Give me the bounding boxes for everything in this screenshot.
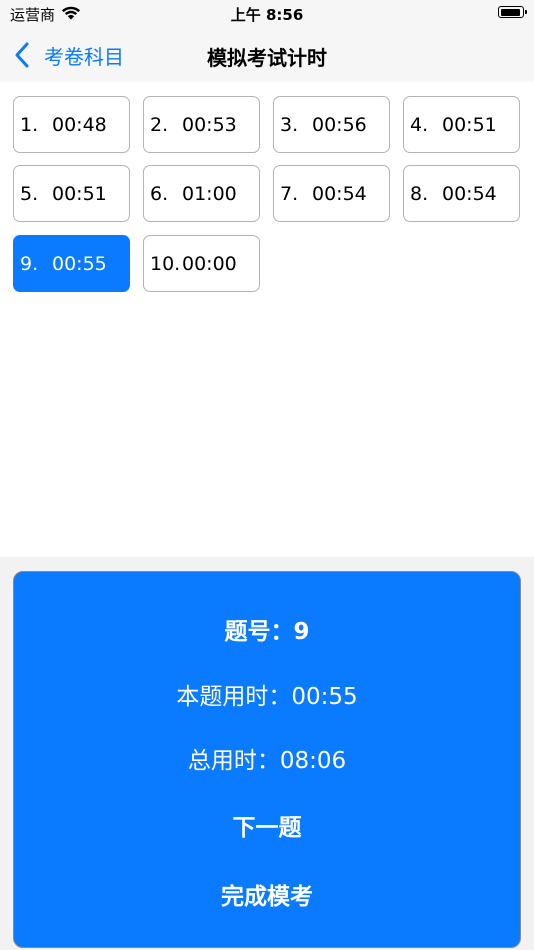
status-bar: 运营商 上午 8:56 <box>0 0 534 30</box>
question-cell-3[interactable]: 3. 00:56 <box>273 96 390 153</box>
question-number: 1. <box>20 113 39 136</box>
question-number: 9. <box>20 252 39 275</box>
status-time: 上午 8:56 <box>230 6 304 24</box>
question-time: 00:00 <box>182 252 237 275</box>
question-number-label: 题号： <box>224 619 294 645</box>
question-time: 00:55 <box>52 252 107 275</box>
question-time: 00:54 <box>312 182 367 205</box>
question-number: 2. <box>150 113 169 136</box>
timer-panel: 题号：9 本题用时：00:55 总用时：08:06 下一题 完成模考 <box>13 571 521 948</box>
question-cell-9[interactable]: 9. 00:55 <box>13 235 130 292</box>
question-cell-6[interactable]: 6. 01:00 <box>143 165 260 222</box>
question-number: 7. <box>280 182 299 205</box>
question-time: 00:51 <box>52 182 107 205</box>
bottom-area: 题号：9 本题用时：00:55 总用时：08:06 下一题 完成模考 <box>0 557 534 950</box>
question-number: 3. <box>280 113 299 136</box>
finish-exam-button[interactable]: 完成模考 <box>14 877 520 911</box>
next-question-button[interactable]: 下一题 <box>14 808 520 842</box>
page-title: 模拟考试计时 <box>207 46 327 70</box>
question-cell-7[interactable]: 7. 00:54 <box>273 165 390 222</box>
question-cell-2[interactable]: 2. 00:53 <box>143 96 260 153</box>
question-cell-4[interactable]: 4. 00:51 <box>403 96 520 153</box>
current-question-row: 题号：9 <box>14 612 520 646</box>
battery-icon <box>498 6 527 18</box>
question-cell-10[interactable]: 10. 00:00 <box>143 235 260 292</box>
current-time-value: 00:55 <box>291 684 358 710</box>
current-time-label: 本题用时： <box>176 684 292 710</box>
navigation-bar: 考卷科目 模拟考试计时 <box>0 30 534 82</box>
question-cell-1[interactable]: 1. 00:48 <box>13 96 130 153</box>
question-time: 01:00 <box>182 182 237 205</box>
question-time: 00:54 <box>442 182 497 205</box>
total-time-label: 总用时： <box>187 748 280 774</box>
question-number: 6. <box>150 182 169 205</box>
question-time: 00:51 <box>442 113 497 136</box>
total-time-row: 总用时：08:06 <box>14 741 520 775</box>
total-time-value: 08:06 <box>279 748 347 774</box>
question-number: 4. <box>410 113 429 136</box>
question-time: 00:53 <box>182 113 237 136</box>
question-number-value: 9 <box>293 619 310 645</box>
question-cell-5[interactable]: 5. 00:51 <box>13 165 130 222</box>
current-time-row: 本题用时：00:55 <box>14 677 520 711</box>
question-time: 00:56 <box>312 113 367 136</box>
question-number: 5. <box>20 182 39 205</box>
question-cell-8[interactable]: 8. 00:54 <box>403 165 520 222</box>
question-number: 10. <box>150 252 181 275</box>
question-number: 8. <box>410 182 429 205</box>
question-time: 00:48 <box>52 113 107 136</box>
